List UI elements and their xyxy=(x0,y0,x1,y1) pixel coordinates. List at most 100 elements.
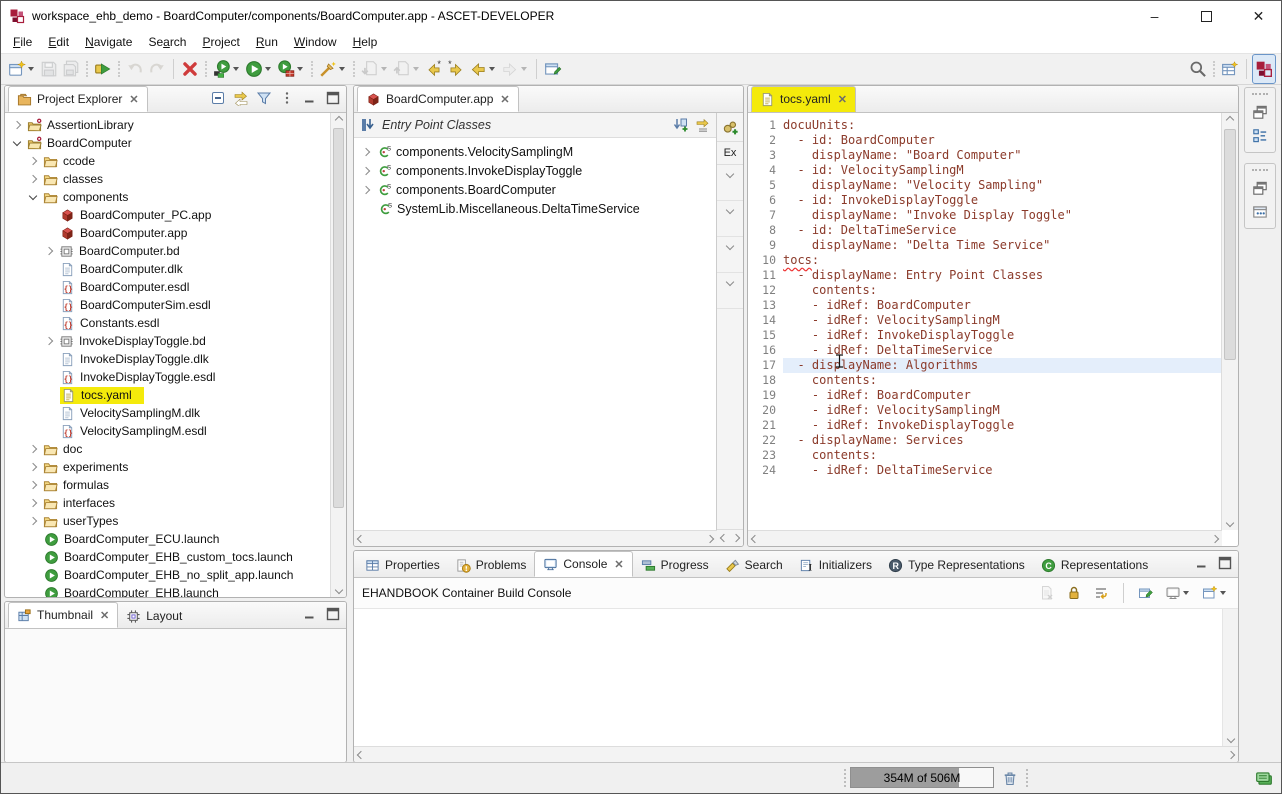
scroll-left-icon[interactable] xyxy=(354,531,368,546)
code-line-23[interactable]: 23 contents: xyxy=(748,448,1222,463)
tree-item-boardcomputer-ehb-no-split-app-launch[interactable]: BoardComputer_EHB_no_split_app.launch xyxy=(5,566,331,584)
clear-console-button[interactable] xyxy=(1037,581,1057,605)
app-editor-hscrollbar[interactable] xyxy=(354,530,717,546)
tab-type-representations[interactable]: RType Representations xyxy=(880,553,1033,577)
scroll-left-icon[interactable] xyxy=(354,747,368,762)
dropdown-arrow-icon[interactable] xyxy=(297,67,303,71)
terminate-button[interactable] xyxy=(179,57,201,81)
expander-icon[interactable] xyxy=(29,463,37,471)
scroll-left-icon[interactable] xyxy=(748,531,762,546)
dropdown-arrow-icon[interactable] xyxy=(233,67,239,71)
minimize-icon[interactable] xyxy=(302,90,318,106)
open-console-button[interactable] xyxy=(1200,581,1230,605)
tree-item-boardcomputer-ehb-custom-tocs-launch[interactable]: BoardComputer_EHB_custom_tocs.launch xyxy=(5,548,331,566)
code-line-3[interactable]: 3 displayName: "Board Computer" xyxy=(748,148,1222,163)
expander-icon[interactable] xyxy=(13,138,21,146)
tree-item-boardcomputer-ecu-launch[interactable]: BoardComputer_ECU.launch xyxy=(5,530,331,548)
entry-item-components-invokedisplaytoggle[interactable]: Scomponents.InvokeDisplayToggle xyxy=(354,161,717,180)
tree-item-velocitysamplingm-dlk[interactable]: VelocitySamplingM.dlk xyxy=(5,404,331,422)
close-icon[interactable]: ✕ xyxy=(129,93,138,106)
close-icon[interactable]: ✕ xyxy=(838,93,847,106)
export-doc-button[interactable] xyxy=(391,57,423,81)
scroll-down-icon[interactable] xyxy=(331,583,346,597)
code-line-15[interactable]: 15 - idRef: InvokeDisplayToggle xyxy=(748,328,1222,343)
tab-tocs-yaml[interactable]: tocs.yaml ✕ xyxy=(751,86,856,112)
add-entry-icon[interactable] xyxy=(673,117,689,133)
code-line-12[interactable]: 12 contents: xyxy=(748,283,1222,298)
close-icon[interactable]: ✕ xyxy=(500,93,509,106)
import-doc-button[interactable] xyxy=(359,57,391,81)
code-line-18[interactable]: 18 contents: xyxy=(748,373,1222,388)
palette-add-cell[interactable] xyxy=(717,113,743,142)
palette-drawer-toggle[interactable] xyxy=(717,273,743,309)
undo-button[interactable] xyxy=(124,57,146,81)
drag-grip[interactable] xyxy=(1252,169,1268,171)
forward-button[interactable] xyxy=(499,57,531,81)
tab-layout[interactable]: Layout xyxy=(118,604,190,628)
code-line-17[interactable]: 17 - displayName: Algorithms xyxy=(748,358,1222,373)
dropdown-arrow-icon[interactable] xyxy=(381,67,387,71)
back-star-button[interactable]: * xyxy=(423,57,445,81)
code-line-13[interactable]: 13 - idRef: BoardComputer xyxy=(748,298,1222,313)
scroll-lock-button[interactable] xyxy=(1064,581,1084,605)
console-hscrollbar[interactable] xyxy=(354,746,1238,762)
run-garbage-collector-button[interactable] xyxy=(998,767,1022,788)
view-menu-icon[interactable] xyxy=(279,90,295,106)
minimize-window-button[interactable]: – xyxy=(1132,2,1177,31)
scroll-right-icon[interactable] xyxy=(1224,747,1238,762)
scroll-up-icon[interactable] xyxy=(1222,113,1238,127)
tree-item-usertypes[interactable]: userTypes xyxy=(5,512,331,530)
display-console-button[interactable] xyxy=(1163,581,1193,605)
menu-file[interactable]: File xyxy=(5,33,40,51)
expander-icon[interactable] xyxy=(13,121,21,129)
expander-icon[interactable] xyxy=(29,192,37,200)
tree-item-boardcomputersim-esdl[interactable]: {}BoardComputerSim.esdl xyxy=(5,296,331,314)
expander-icon[interactable] xyxy=(362,166,370,174)
tab-progress[interactable]: Progress xyxy=(633,553,717,577)
tab-thumbnail[interactable]: Thumbnail ✕ xyxy=(8,602,118,628)
search-button[interactable] xyxy=(1187,57,1209,81)
filter-icon[interactable] xyxy=(256,90,272,106)
console-output[interactable] xyxy=(354,608,1238,746)
scroll-right-icon[interactable] xyxy=(1208,531,1222,546)
palette-drawer-toggle[interactable] xyxy=(717,201,743,237)
menu-navigate[interactable]: Navigate xyxy=(77,33,140,51)
maximize-icon[interactable] xyxy=(325,90,341,106)
code-line-14[interactable]: 14 - idRef: VelocitySamplingM xyxy=(748,313,1222,328)
build-button[interactable] xyxy=(92,57,114,81)
scroll-down-icon[interactable] xyxy=(1223,732,1238,746)
tree-item-constants-esdl[interactable]: {}Constants.esdl xyxy=(5,314,331,332)
code-line-21[interactable]: 21 - idRef: InvokeDisplayToggle xyxy=(748,418,1222,433)
tree-item-boardcomputer-dlk[interactable]: BoardComputer.dlk xyxy=(5,260,331,278)
code-line-11[interactable]: 11 - displayName: Entry Point Classes xyxy=(748,268,1222,283)
sync-entry-icon[interactable] xyxy=(695,117,711,133)
experiment-button[interactable] xyxy=(317,57,349,81)
tab-properties[interactable]: Properties xyxy=(357,553,448,577)
dropdown-arrow-icon[interactable] xyxy=(521,67,527,71)
code-line-1[interactable]: 1docuUnits: xyxy=(748,118,1222,133)
close-icon[interactable]: ✕ xyxy=(100,609,109,622)
restore-view-icon[interactable] xyxy=(1251,179,1269,197)
palette-drawer-label[interactable]: Ex xyxy=(717,142,743,165)
menu-window[interactable]: Window xyxy=(286,33,345,51)
collapse-all-icon[interactable] xyxy=(210,90,226,106)
menu-project[interactable]: Project xyxy=(194,33,247,51)
entry-item-systemlib-miscellaneous-deltatimeservice[interactable]: SSystemLib.Miscellaneous.DeltaTimeServic… xyxy=(354,199,717,218)
menu-run[interactable]: Run xyxy=(248,33,286,51)
word-wrap-button[interactable] xyxy=(1091,581,1111,605)
tree-item-ccode[interactable]: ccode xyxy=(5,152,331,170)
menu-search[interactable]: Search xyxy=(140,33,194,51)
tree-item-assertionlibrary[interactable]: AssertionLibrary xyxy=(5,116,331,134)
close-icon[interactable]: ✕ xyxy=(614,558,623,571)
code-line-16[interactable]: 16 - idRef: DeltaTimeService xyxy=(748,343,1222,358)
code-line-4[interactable]: 4 - id: VelocitySamplingM xyxy=(748,163,1222,178)
expander-icon[interactable] xyxy=(29,499,37,507)
palette-drawer-toggle[interactable] xyxy=(717,165,743,201)
code-line-20[interactable]: 20 - idRef: VelocitySamplingM xyxy=(748,403,1222,418)
new-wizard-button[interactable] xyxy=(6,57,38,81)
code-line-24[interactable]: 24 - idRef: DeltaTimeService xyxy=(748,463,1222,478)
scroll-right-icon[interactable] xyxy=(703,531,717,546)
dropdown-arrow-icon[interactable] xyxy=(413,67,419,71)
code-line-8[interactable]: 8 - id: DeltaTimeService xyxy=(748,223,1222,238)
dropdown-arrow-icon[interactable] xyxy=(1183,591,1189,595)
